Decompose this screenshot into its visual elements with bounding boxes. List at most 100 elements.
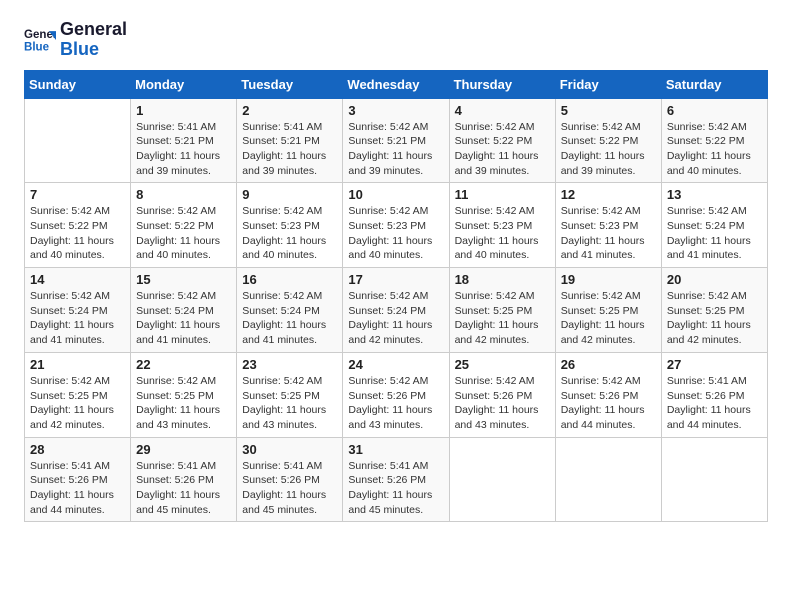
day-number: 24 bbox=[348, 357, 443, 372]
day-number: 5 bbox=[561, 103, 656, 118]
day-info: Sunrise: 5:42 AMSunset: 5:22 PMDaylight:… bbox=[30, 204, 125, 263]
day-number: 21 bbox=[30, 357, 125, 372]
col-header-friday: Friday bbox=[555, 70, 661, 98]
day-number: 17 bbox=[348, 272, 443, 287]
day-cell: 30 Sunrise: 5:41 AMSunset: 5:26 PMDayligh… bbox=[237, 437, 343, 522]
logo: General Blue GeneralBlue bbox=[24, 20, 127, 60]
day-info: Sunrise: 5:42 AMSunset: 5:23 PMDaylight:… bbox=[242, 204, 337, 263]
day-cell: 26 Sunrise: 5:42 AMSunset: 5:26 PMDayligh… bbox=[555, 352, 661, 437]
day-info: Sunrise: 5:41 AMSunset: 5:21 PMDaylight:… bbox=[242, 120, 337, 179]
day-info: Sunrise: 5:42 AMSunset: 5:21 PMDaylight:… bbox=[348, 120, 443, 179]
day-cell: 14Sunrise: 5:42 AMSunset: 5:24 PMDayligh… bbox=[25, 268, 131, 353]
day-number: 28 bbox=[30, 442, 125, 457]
day-cell: 17 Sunrise: 5:42 AMSunset: 5:24 PMDayligh… bbox=[343, 268, 449, 353]
day-cell bbox=[555, 437, 661, 522]
day-number: 27 bbox=[667, 357, 762, 372]
day-cell: 22 Sunrise: 5:42 AMSunset: 5:25 PMDayligh… bbox=[131, 352, 237, 437]
day-cell: 1 Sunrise: 5:41 AMSunset: 5:21 PMDaylight… bbox=[131, 98, 237, 183]
day-cell: 9 Sunrise: 5:42 AMSunset: 5:23 PMDaylight… bbox=[237, 183, 343, 268]
day-info: Sunrise: 5:42 AMSunset: 5:22 PMDaylight:… bbox=[455, 120, 550, 179]
day-cell: 19Sunrise: 5:42 AMSunset: 5:25 PMDayligh… bbox=[555, 268, 661, 353]
day-cell: 8 Sunrise: 5:42 AMSunset: 5:22 PMDaylight… bbox=[131, 183, 237, 268]
day-number: 12 bbox=[561, 187, 656, 202]
day-number: 18 bbox=[455, 272, 550, 287]
day-info: Sunrise: 5:42 AMSunset: 5:24 PMDaylight:… bbox=[667, 204, 762, 263]
day-info: Sunrise: 5:42 AMSunset: 5:25 PMDaylight:… bbox=[136, 374, 231, 433]
day-info: Sunrise: 5:42 AMSunset: 5:26 PMDaylight:… bbox=[561, 374, 656, 433]
day-cell: 13Sunrise: 5:42 AMSunset: 5:24 PMDayligh… bbox=[661, 183, 767, 268]
day-info: Sunrise: 5:42 AMSunset: 5:22 PMDaylight:… bbox=[136, 204, 231, 263]
day-info: Sunrise: 5:42 AMSunset: 5:25 PMDaylight:… bbox=[455, 289, 550, 348]
day-cell: 21 Sunrise: 5:42 AMSunset: 5:25 PMDayligh… bbox=[25, 352, 131, 437]
day-number: 29 bbox=[136, 442, 231, 457]
day-number: 31 bbox=[348, 442, 443, 457]
day-cell: 2 Sunrise: 5:41 AMSunset: 5:21 PMDaylight… bbox=[237, 98, 343, 183]
logo-text: GeneralBlue bbox=[60, 20, 127, 60]
day-cell: 24 Sunrise: 5:42 AMSunset: 5:26 PMDayligh… bbox=[343, 352, 449, 437]
day-number: 20 bbox=[667, 272, 762, 287]
day-number: 2 bbox=[242, 103, 337, 118]
day-cell: 6 Sunrise: 5:42 AMSunset: 5:22 PMDaylight… bbox=[661, 98, 767, 183]
svg-text:General: General bbox=[24, 29, 56, 41]
day-cell: 28 Sunrise: 5:41 AMSunset: 5:26 PMDayligh… bbox=[25, 437, 131, 522]
day-info: Sunrise: 5:41 AMSunset: 5:21 PMDaylight:… bbox=[136, 120, 231, 179]
day-number: 4 bbox=[455, 103, 550, 118]
day-cell: 12 Sunrise: 5:42 AMSunset: 5:23 PMDayligh… bbox=[555, 183, 661, 268]
day-info: Sunrise: 5:41 AMSunset: 5:26 PMDaylight:… bbox=[136, 459, 231, 518]
day-info: Sunrise: 5:41 AMSunset: 5:26 PMDaylight:… bbox=[30, 459, 125, 518]
day-number: 26 bbox=[561, 357, 656, 372]
day-cell: 11Sunrise: 5:42 AMSunset: 5:23 PMDayligh… bbox=[449, 183, 555, 268]
day-cell bbox=[25, 98, 131, 183]
col-header-wednesday: Wednesday bbox=[343, 70, 449, 98]
day-info: Sunrise: 5:42 AMSunset: 5:24 PMDaylight:… bbox=[242, 289, 337, 348]
day-info: Sunrise: 5:42 AMSunset: 5:25 PMDaylight:… bbox=[561, 289, 656, 348]
calendar-table: SundayMondayTuesdayWednesdayThursdayFrid… bbox=[24, 70, 768, 523]
day-cell: 23Sunrise: 5:42 AMSunset: 5:25 PMDayligh… bbox=[237, 352, 343, 437]
day-cell: 20Sunrise: 5:42 AMSunset: 5:25 PMDayligh… bbox=[661, 268, 767, 353]
week-row-2: 7 Sunrise: 5:42 AMSunset: 5:22 PMDaylight… bbox=[25, 183, 768, 268]
col-header-sunday: Sunday bbox=[25, 70, 131, 98]
day-number: 16 bbox=[242, 272, 337, 287]
day-cell: 15Sunrise: 5:42 AMSunset: 5:24 PMDayligh… bbox=[131, 268, 237, 353]
day-number: 3 bbox=[348, 103, 443, 118]
day-info: Sunrise: 5:42 AMSunset: 5:23 PMDaylight:… bbox=[561, 204, 656, 263]
day-info: Sunrise: 5:42 AMSunset: 5:22 PMDaylight:… bbox=[561, 120, 656, 179]
day-info: Sunrise: 5:42 AMSunset: 5:24 PMDaylight:… bbox=[348, 289, 443, 348]
day-info: Sunrise: 5:42 AMSunset: 5:26 PMDaylight:… bbox=[455, 374, 550, 433]
week-row-4: 21 Sunrise: 5:42 AMSunset: 5:25 PMDayligh… bbox=[25, 352, 768, 437]
day-info: Sunrise: 5:42 AMSunset: 5:23 PMDaylight:… bbox=[348, 204, 443, 263]
day-number: 30 bbox=[242, 442, 337, 457]
svg-text:Blue: Blue bbox=[24, 41, 50, 53]
day-number: 11 bbox=[455, 187, 550, 202]
day-info: Sunrise: 5:42 AMSunset: 5:26 PMDaylight:… bbox=[348, 374, 443, 433]
day-cell: 10 Sunrise: 5:42 AMSunset: 5:23 PMDayligh… bbox=[343, 183, 449, 268]
logo-icon: General Blue bbox=[24, 24, 56, 56]
day-cell: 31Sunrise: 5:41 AMSunset: 5:26 PMDayligh… bbox=[343, 437, 449, 522]
day-number: 14 bbox=[30, 272, 125, 287]
col-header-monday: Monday bbox=[131, 70, 237, 98]
day-number: 1 bbox=[136, 103, 231, 118]
day-cell: 27Sunrise: 5:41 AMSunset: 5:26 PMDayligh… bbox=[661, 352, 767, 437]
day-number: 10 bbox=[348, 187, 443, 202]
day-number: 9 bbox=[242, 187, 337, 202]
col-header-saturday: Saturday bbox=[661, 70, 767, 98]
day-info: Sunrise: 5:42 AMSunset: 5:25 PMDaylight:… bbox=[30, 374, 125, 433]
day-number: 6 bbox=[667, 103, 762, 118]
day-number: 22 bbox=[136, 357, 231, 372]
week-row-5: 28 Sunrise: 5:41 AMSunset: 5:26 PMDayligh… bbox=[25, 437, 768, 522]
col-header-tuesday: Tuesday bbox=[237, 70, 343, 98]
col-header-thursday: Thursday bbox=[449, 70, 555, 98]
week-row-1: 1 Sunrise: 5:41 AMSunset: 5:21 PMDaylight… bbox=[25, 98, 768, 183]
day-cell: 3 Sunrise: 5:42 AMSunset: 5:21 PMDaylight… bbox=[343, 98, 449, 183]
day-cell: 29 Sunrise: 5:41 AMSunset: 5:26 PMDayligh… bbox=[131, 437, 237, 522]
day-info: Sunrise: 5:42 AMSunset: 5:22 PMDaylight:… bbox=[667, 120, 762, 179]
day-cell: 4 Sunrise: 5:42 AMSunset: 5:22 PMDaylight… bbox=[449, 98, 555, 183]
day-cell bbox=[449, 437, 555, 522]
week-row-3: 14 Sunrise: 5:42 AMSunset: 5:24 PMDayligh… bbox=[25, 268, 768, 353]
day-number: 15 bbox=[136, 272, 231, 287]
day-number: 23 bbox=[242, 357, 337, 372]
day-number: 7 bbox=[30, 187, 125, 202]
day-cell: 5 Sunrise: 5:42 AMSunset: 5:22 PMDaylight… bbox=[555, 98, 661, 183]
day-number: 8 bbox=[136, 187, 231, 202]
day-info: Sunrise: 5:41 AMSunset: 5:26 PMDaylight:… bbox=[242, 459, 337, 518]
